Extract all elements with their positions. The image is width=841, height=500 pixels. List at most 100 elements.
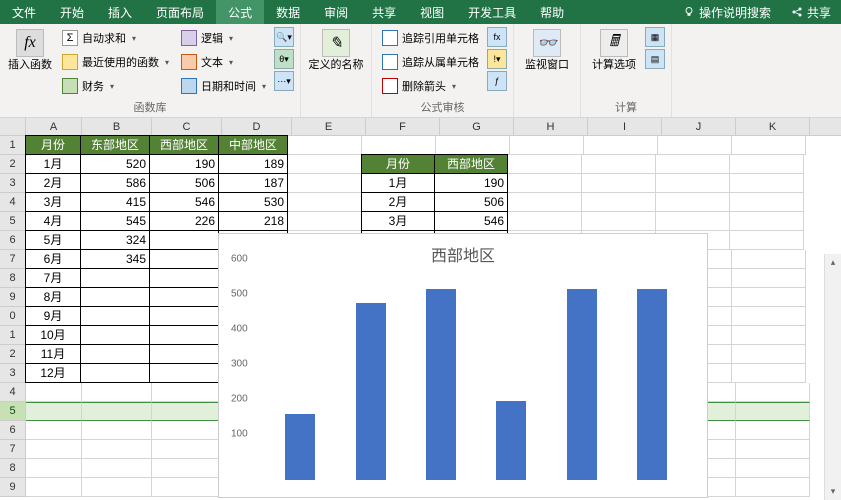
cell[interactable] xyxy=(152,459,222,478)
cell[interactable] xyxy=(149,344,219,364)
row-header[interactable]: 5 xyxy=(0,212,26,231)
cell[interactable]: 546 xyxy=(434,211,508,231)
tab-8[interactable]: 视图 xyxy=(408,0,456,24)
cell[interactable] xyxy=(149,306,219,326)
text-button[interactable]: 文本▾ xyxy=(177,51,270,73)
tell-me-search[interactable]: 操作说明搜索 xyxy=(673,0,781,24)
worksheet-grid[interactable]: 1月份东部地区西部地区中部地区21月520190189月份西部地区32月5865… xyxy=(0,136,841,500)
cell[interactable] xyxy=(732,288,806,307)
cell[interactable] xyxy=(732,250,806,269)
row-header[interactable]: 1 xyxy=(0,136,26,155)
embedded-chart[interactable]: 西部地区 100200300400500600 xyxy=(218,233,708,498)
cell[interactable] xyxy=(362,136,436,155)
calculate-sheet-icon[interactable]: ▤ xyxy=(645,49,665,69)
tab-0[interactable]: 文件 xyxy=(0,0,48,24)
cell[interactable] xyxy=(149,230,219,250)
column-header-I[interactable]: I xyxy=(588,118,662,135)
cell[interactable]: 月份 xyxy=(361,154,435,174)
cell[interactable] xyxy=(736,383,810,402)
cell[interactable] xyxy=(508,174,582,193)
autosum-button[interactable]: Σ自动求和▾ xyxy=(58,27,173,49)
cell[interactable]: 2月 xyxy=(361,192,435,212)
cell[interactable] xyxy=(80,306,150,326)
scroll-down-icon[interactable]: ▾ xyxy=(825,483,841,500)
column-header-H[interactable]: H xyxy=(514,118,588,135)
row-header[interactable]: 9 xyxy=(0,478,26,497)
cell[interactable]: 189 xyxy=(218,154,288,174)
watch-window-button[interactable]: 👓 监视窗口 xyxy=(520,27,574,102)
row-header[interactable]: 7 xyxy=(0,440,26,459)
cell[interactable] xyxy=(582,174,656,193)
row-header[interactable]: 8 xyxy=(0,459,26,478)
cell[interactable]: 6月 xyxy=(25,249,81,269)
cell[interactable] xyxy=(736,440,810,459)
cell[interactable]: 345 xyxy=(80,249,150,269)
cell[interactable]: 545 xyxy=(80,211,150,231)
cell[interactable]: 3月 xyxy=(25,192,81,212)
column-header-C[interactable]: C xyxy=(152,118,222,135)
column-header-F[interactable]: F xyxy=(366,118,440,135)
row-header[interactable]: 1 xyxy=(0,326,26,345)
cell[interactable]: 190 xyxy=(434,173,508,193)
share-button[interactable]: 共享 xyxy=(781,0,841,24)
cell[interactable] xyxy=(584,136,658,155)
cell[interactable] xyxy=(26,402,82,421)
cell[interactable] xyxy=(288,174,362,193)
cell[interactable] xyxy=(656,174,730,193)
tab-6[interactable]: 审阅 xyxy=(312,0,360,24)
row-header[interactable]: 0 xyxy=(0,307,26,326)
cell[interactable]: 西部地区 xyxy=(434,154,508,174)
row-header[interactable]: 4 xyxy=(0,383,26,402)
column-header-A[interactable]: A xyxy=(26,118,82,135)
trace-dependents-button[interactable]: 追踪从属单元格 xyxy=(378,51,483,73)
math-trig-icon[interactable]: θ▾ xyxy=(274,49,294,69)
cell[interactable] xyxy=(582,212,656,231)
cell[interactable] xyxy=(436,136,510,155)
remove-arrows-button[interactable]: 删除箭头▾ xyxy=(378,75,483,97)
scroll-up-icon[interactable]: ▴ xyxy=(825,254,841,271)
cell[interactable]: 7月 xyxy=(25,268,81,288)
cell[interactable] xyxy=(152,478,222,497)
cell[interactable] xyxy=(82,459,152,478)
cell[interactable] xyxy=(730,155,804,174)
cell[interactable]: 1月 xyxy=(25,154,81,174)
cell[interactable]: 3月 xyxy=(361,211,435,231)
show-formulas-icon[interactable]: fx xyxy=(487,27,507,47)
column-header-J[interactable]: J xyxy=(662,118,736,135)
tab-1[interactable]: 开始 xyxy=(48,0,96,24)
cell[interactable] xyxy=(82,421,152,440)
cell[interactable] xyxy=(26,459,82,478)
cell[interactable] xyxy=(736,421,810,440)
cell[interactable] xyxy=(730,231,804,250)
cell[interactable] xyxy=(732,345,806,364)
column-header-E[interactable]: E xyxy=(292,118,366,135)
cell[interactable] xyxy=(508,193,582,212)
row-header[interactable]: 9 xyxy=(0,288,26,307)
cell[interactable]: 520 xyxy=(80,154,150,174)
vertical-scrollbar[interactable]: ▴ ▾ xyxy=(824,254,841,500)
chart-bar[interactable] xyxy=(356,303,386,480)
cell[interactable] xyxy=(732,307,806,326)
column-header-D[interactable]: D xyxy=(222,118,292,135)
row-header[interactable]: 2 xyxy=(0,345,26,364)
cell[interactable] xyxy=(656,193,730,212)
cell[interactable] xyxy=(152,402,222,421)
tab-2[interactable]: 插入 xyxy=(96,0,144,24)
row-header[interactable]: 3 xyxy=(0,174,26,193)
cell[interactable]: 5月 xyxy=(25,230,81,250)
select-all-corner[interactable] xyxy=(0,118,26,135)
cell[interactable] xyxy=(736,459,810,478)
cell[interactable] xyxy=(730,193,804,212)
cell[interactable] xyxy=(80,287,150,307)
cell[interactable]: 中部地区 xyxy=(218,135,288,155)
insert-function-button[interactable]: fx 插入函数 xyxy=(6,27,54,98)
cell[interactable] xyxy=(82,402,152,421)
cell[interactable] xyxy=(26,421,82,440)
row-header[interactable]: 8 xyxy=(0,269,26,288)
cell[interactable]: 506 xyxy=(149,173,219,193)
tab-3[interactable]: 页面布局 xyxy=(144,0,216,24)
error-checking-icon[interactable]: !▾ xyxy=(487,49,507,69)
cell[interactable]: 226 xyxy=(149,211,219,231)
cell[interactable] xyxy=(80,325,150,345)
cell[interactable] xyxy=(149,268,219,288)
